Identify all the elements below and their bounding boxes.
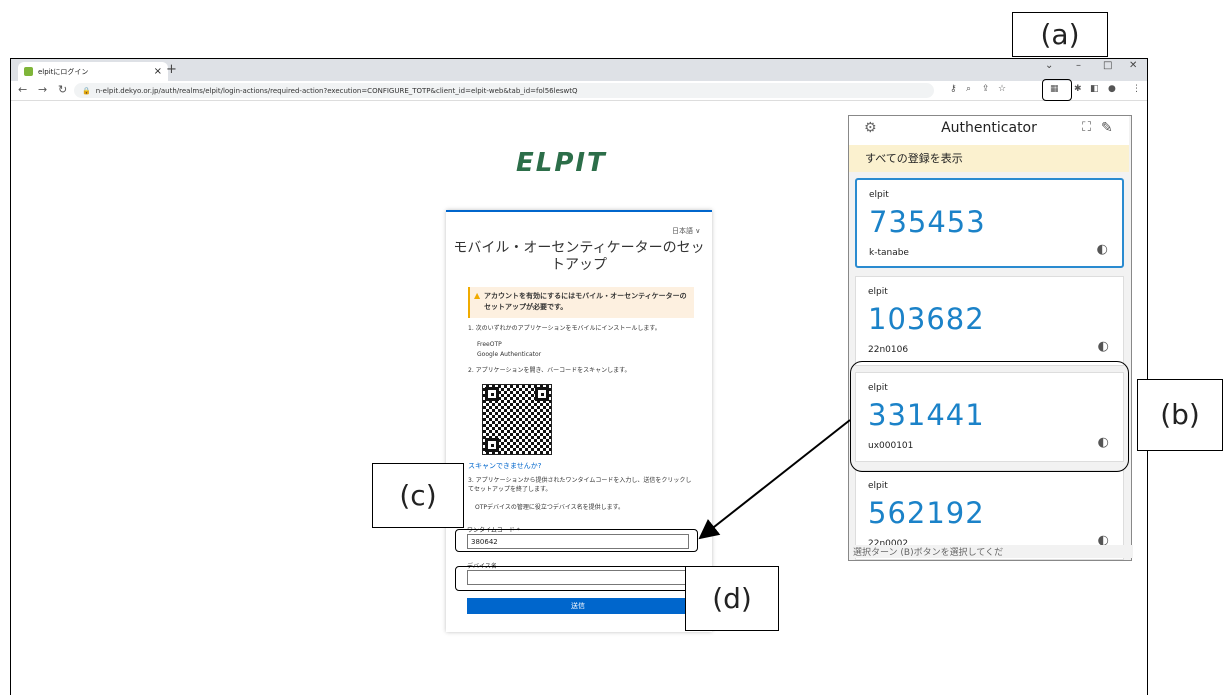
label-d: (d) <box>685 566 779 631</box>
annotation-arrow <box>698 419 851 540</box>
label-b: (b) <box>1137 379 1223 451</box>
label-a: (a) <box>1012 12 1108 57</box>
label-c: (c) <box>372 463 464 528</box>
